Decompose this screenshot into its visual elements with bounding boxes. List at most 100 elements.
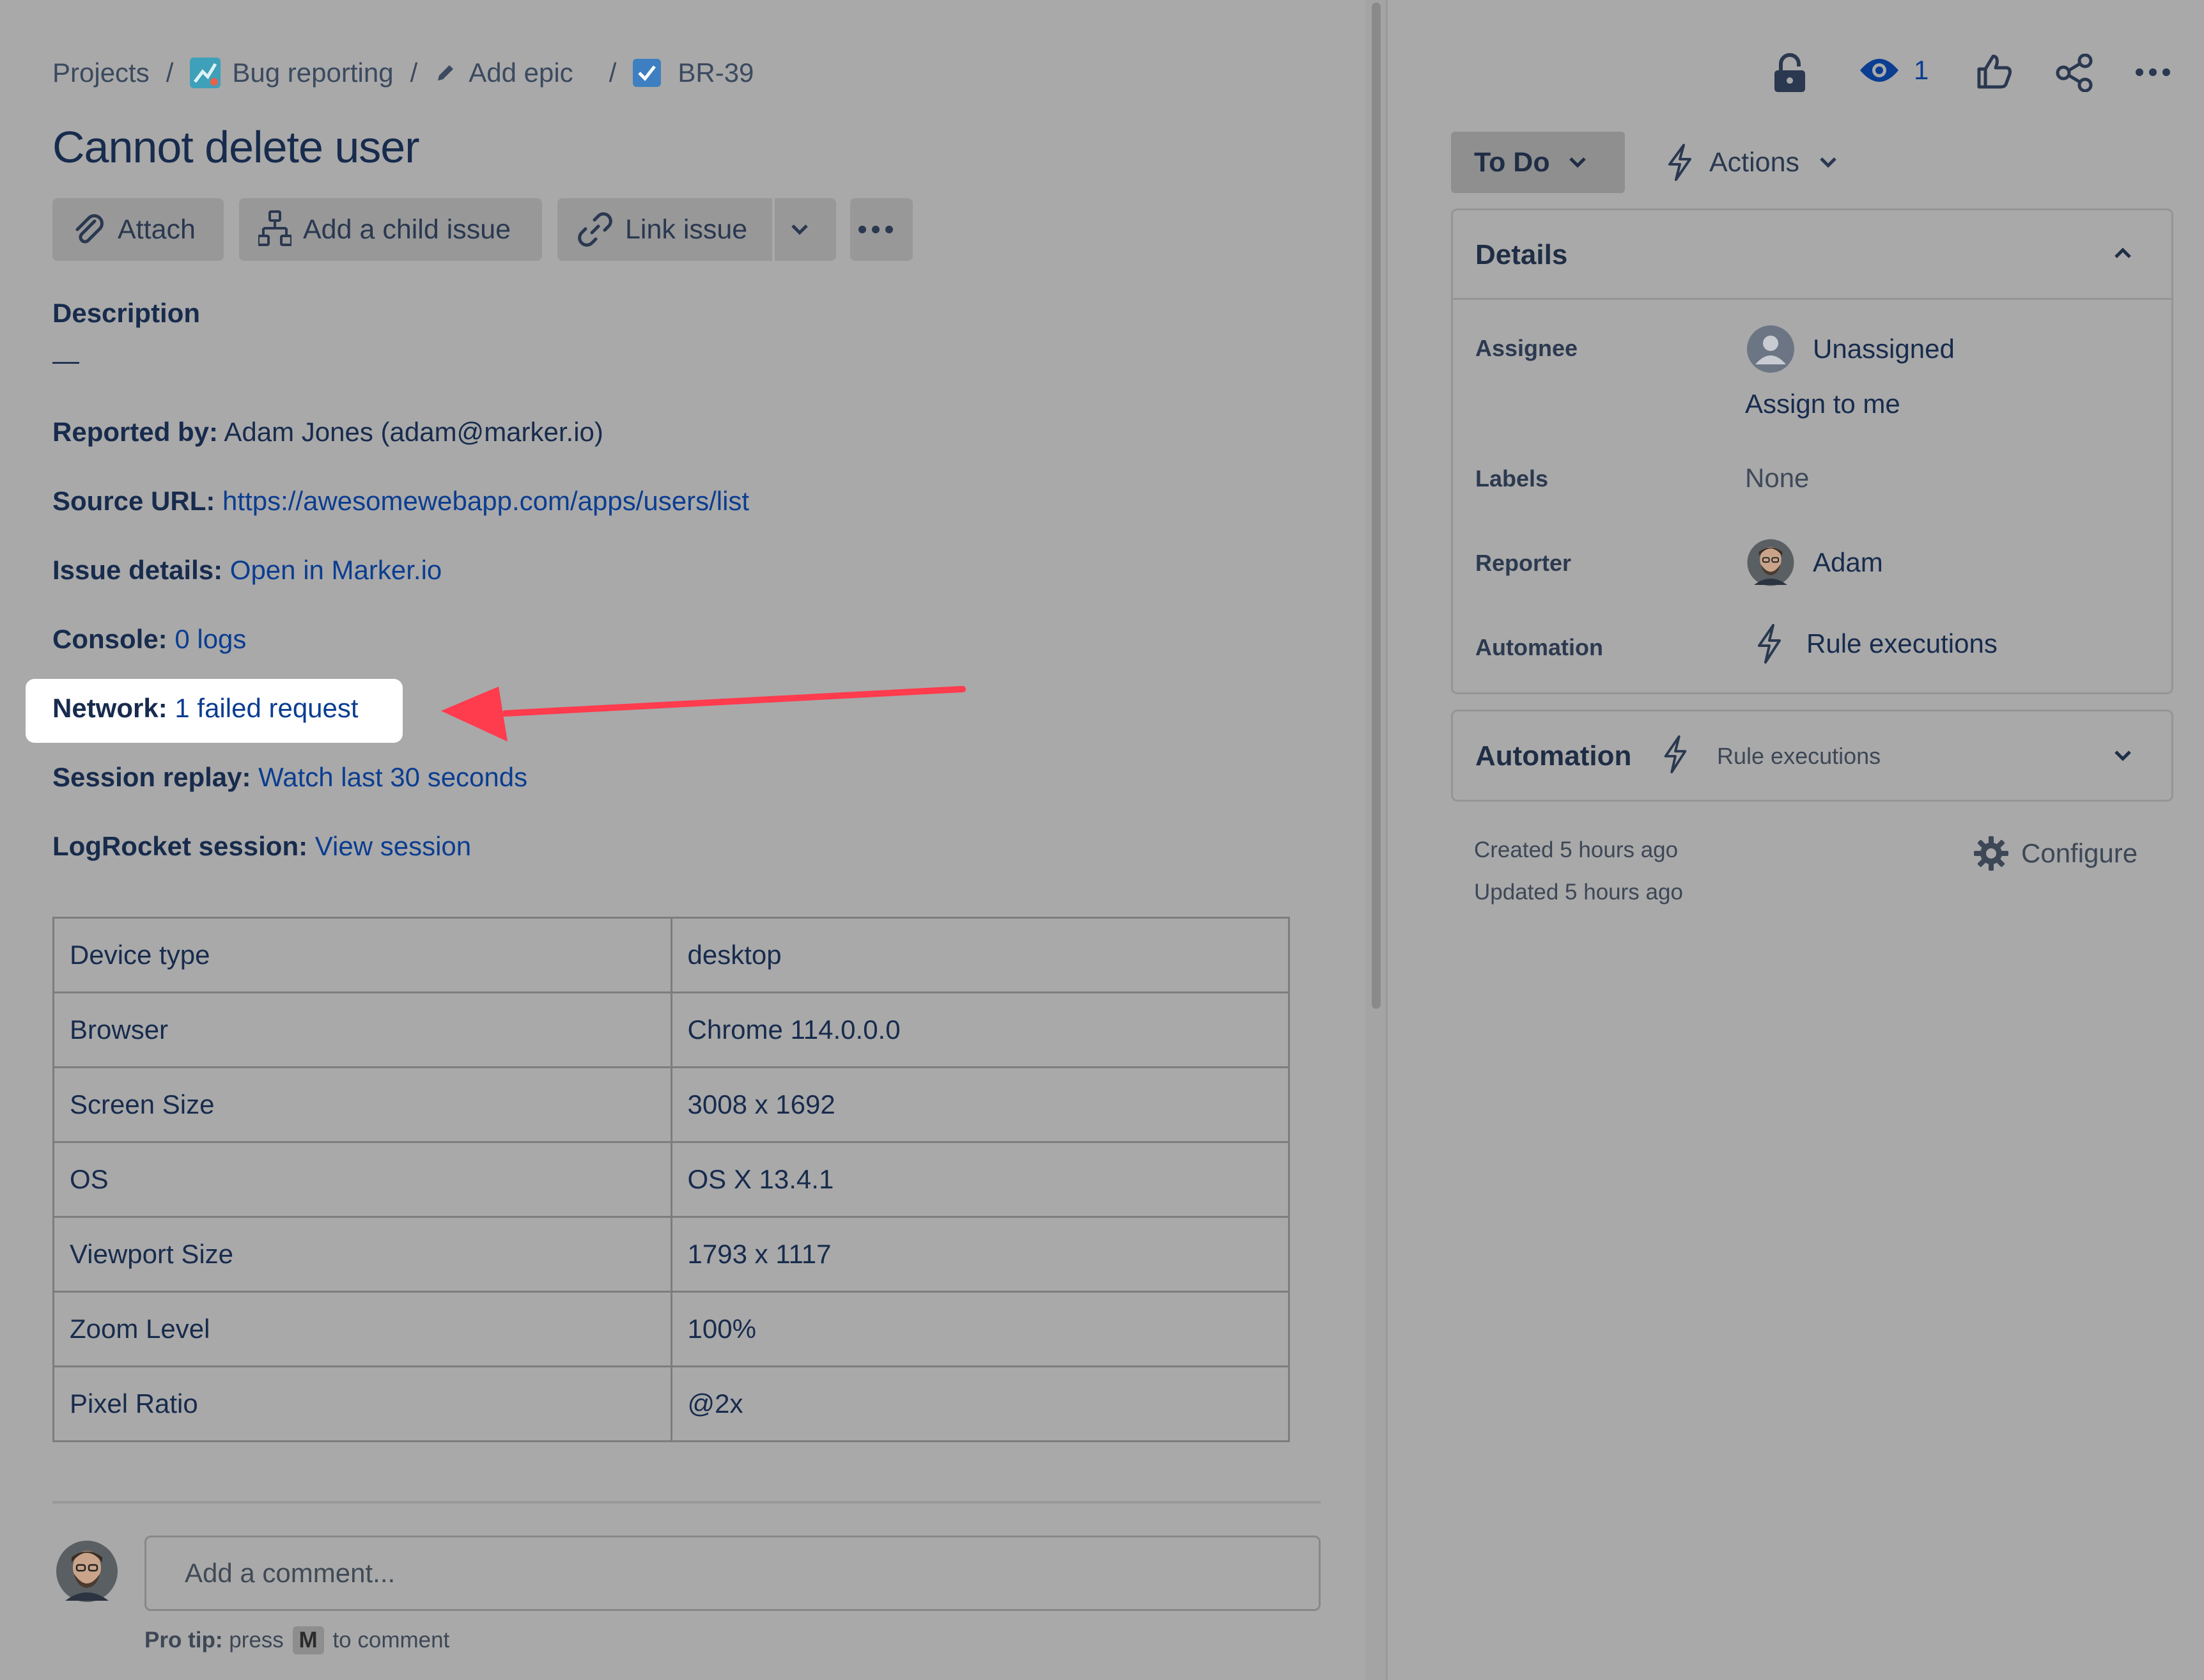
field-label: Network: [52, 693, 167, 723]
device-info-table: Device type desktop Browser Chrome 114.0.0… [52, 917, 1290, 1442]
table-cell: Browser [52, 992, 672, 1068]
automation-panel-title: Automation [1475, 740, 1632, 772]
table-cell: @2x [670, 1365, 1290, 1442]
automation-label: Automation [1475, 634, 1603, 660]
description-label: Description [52, 298, 201, 328]
console-logs-link[interactable]: 0 logs [175, 624, 246, 654]
table-row: Device type desktop [52, 917, 1290, 993]
field-label: Console: [52, 624, 167, 654]
field-value: Adam Jones (adam@marker.io) [224, 417, 603, 447]
link-issue-button[interactable]: Link issue [557, 198, 772, 261]
automation-panel-subtitle: Rule executions [1717, 743, 1881, 769]
project-icon [190, 58, 221, 88]
field-label: Session replay: [52, 762, 251, 792]
reporter-value[interactable]: Adam [1746, 538, 1883, 587]
table-row: Browser Chrome 114.0.0.0 [52, 992, 1290, 1068]
reporter-label: Reporter [1475, 550, 1572, 576]
comment-input[interactable] [144, 1536, 1321, 1611]
more-horizontal-icon[interactable] [2135, 68, 2171, 77]
task-checkbox-icon [633, 59, 662, 87]
more-actions-button[interactable] [850, 198, 913, 261]
breadcrumb-project[interactable]: Bug reporting [190, 58, 394, 88]
status-label: To Do [1474, 146, 1550, 178]
chevron-down-icon [1820, 157, 1836, 168]
comment-divider [52, 1501, 1321, 1504]
hierarchy-icon [258, 210, 291, 246]
details-title[interactable]: Details [1475, 239, 1567, 271]
pencil-icon [438, 65, 454, 81]
table-cell: Screen Size [52, 1066, 672, 1143]
description-empty: — [52, 345, 79, 375]
source-url-link[interactable]: https://awesomewebapp.com/apps/users/lis… [222, 486, 749, 516]
add-child-issue-button[interactable]: Add a child issue [239, 198, 542, 261]
unassigned-avatar-icon [1747, 325, 1794, 373]
labels-value[interactable]: None [1745, 463, 1809, 494]
breadcrumb-projects[interactable]: Projects [52, 58, 150, 88]
watchers-button[interactable]: 1 [1859, 55, 1929, 86]
gear-icon [1974, 836, 2008, 871]
link-icon [578, 212, 612, 247]
more-horizontal-icon [858, 226, 893, 233]
assign-to-me-link[interactable]: Assign to me [1745, 389, 1900, 419]
lightning-icon [1668, 144, 1691, 181]
labels-label: Labels [1475, 465, 1549, 492]
table-row: Zoom Level 100% [52, 1291, 1290, 1367]
table-cell: 3008 x 1692 [670, 1066, 1290, 1143]
table-cell: Viewport Size [52, 1216, 672, 1293]
breadcrumb-separator: / [166, 58, 174, 88]
status-dropdown[interactable]: To Do [1451, 132, 1625, 193]
reporter-avatar [1747, 539, 1794, 586]
breadcrumb-issue[interactable]: BR-39 [633, 58, 754, 88]
link-issue-dropdown-button[interactable] [775, 198, 836, 261]
pro-tip-press: press [229, 1628, 284, 1653]
open-in-marker-link[interactable]: Open in Marker.io [230, 555, 442, 585]
table-cell: 1793 x 1117 [670, 1216, 1290, 1293]
table-cell: OS [52, 1141, 672, 1218]
lightning-icon [1664, 735, 1687, 774]
table-cell: 100% [670, 1291, 1290, 1367]
failed-request-link[interactable]: 1 failed request [175, 693, 358, 723]
keyboard-shortcut-key: M [292, 1626, 324, 1654]
chevron-up-icon[interactable] [2113, 247, 2132, 260]
automation-value[interactable]: Rule executions [1754, 624, 1998, 664]
attach-button[interactable]: Attach [52, 198, 224, 261]
chevron-down-icon [1569, 157, 1586, 168]
details-panel [1451, 208, 2173, 694]
logrocket-session-field: LogRocket session: View session [52, 831, 471, 862]
table-cell: OS X 13.4.1 [670, 1141, 1290, 1218]
chevron-down-icon[interactable] [2113, 749, 2132, 762]
updated-timestamp: Updated 5 hours ago [1474, 880, 1683, 905]
table-row: OS OS X 13.4.1 [52, 1141, 1290, 1218]
annotation-arrow-icon [441, 686, 966, 742]
details-header-divider [1452, 298, 2172, 300]
scrollbar-thumb[interactable] [1372, 3, 1381, 1009]
chevron-down-icon [791, 224, 808, 235]
table-cell: Device type [52, 917, 672, 993]
watch-replay-link[interactable]: Watch last 30 seconds [258, 762, 527, 792]
assignee-value[interactable]: Unassigned [1746, 325, 1955, 373]
breadcrumb-separator: / [410, 58, 418, 88]
page-title[interactable]: Cannot delete user [52, 121, 420, 173]
table-row: Screen Size 3008 x 1692 [52, 1066, 1290, 1143]
field-label: Issue details: [52, 555, 223, 585]
table-row: Pixel Ratio @2x [52, 1365, 1290, 1442]
pro-tip-suffix: to comment [332, 1628, 450, 1653]
configure-button[interactable]: Configure [1973, 835, 2138, 872]
field-label: Reported by: [52, 417, 219, 447]
view-session-link[interactable]: View session [315, 831, 471, 861]
lock-open-icon[interactable] [1772, 52, 1808, 93]
configure-label: Configure [2021, 838, 2138, 868]
table-cell: Zoom Level [52, 1291, 672, 1367]
eye-icon [1860, 59, 1898, 82]
user-avatar[interactable] [55, 1539, 119, 1603]
share-icon[interactable] [2056, 54, 2093, 92]
actions-dropdown[interactable]: Actions [1665, 132, 1838, 193]
field-label: LogRocket session: [52, 831, 308, 861]
thumbs-up-icon[interactable] [1976, 54, 2012, 89]
field-label: Source URL: [52, 486, 215, 516]
network-field: Network: 1 failed request [52, 693, 359, 724]
console-field: Console: 0 logs [52, 624, 246, 655]
column-separator [1386, 0, 1388, 1680]
rule-executions-label: Rule executions [1806, 628, 1998, 658]
breadcrumb-add-epic[interactable]: Add epic [434, 58, 573, 88]
